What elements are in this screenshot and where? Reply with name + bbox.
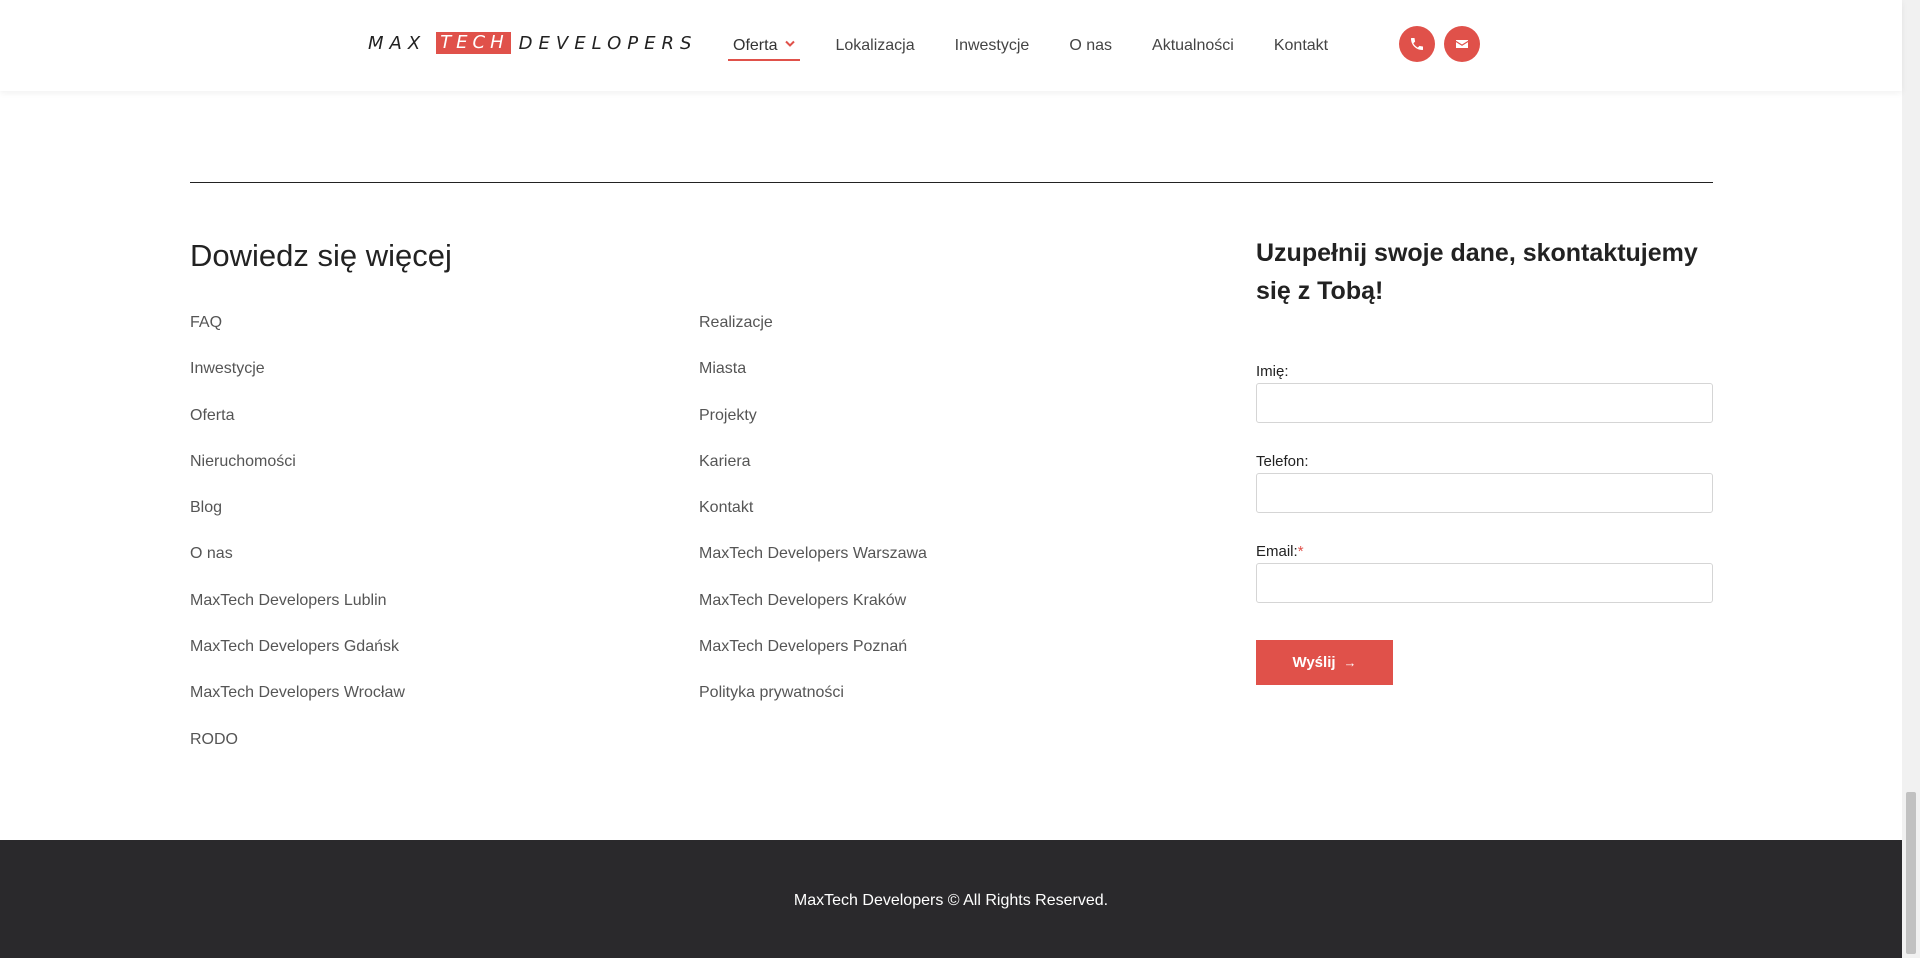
footer-link-gdansk[interactable]: MaxTech Developers Gdańsk: [190, 634, 405, 680]
scrollbar-thumb[interactable]: [1906, 792, 1916, 954]
email-label-text: Email:: [1256, 543, 1298, 560]
footer-link-blog[interactable]: Blog: [190, 495, 405, 541]
main-nav: Oferta Lokalizacja Inwestycje O nas Aktu…: [727, 0, 1368, 91]
site-header: MAX TECH DEVELOPERS Oferta Lokalizacja I…: [0, 0, 1902, 91]
phone-label: Telefon:: [1256, 453, 1309, 470]
nav-item-aktualnosci[interactable]: Aktualności: [1152, 0, 1234, 91]
email-label: Email:*: [1256, 543, 1304, 560]
nav-item-inwestycje[interactable]: Inwestycje: [955, 0, 1030, 91]
email-field[interactable]: [1256, 563, 1713, 603]
footer-link-inwestycje[interactable]: Inwestycje: [190, 356, 405, 402]
nav-item-label: Lokalizacja: [835, 36, 915, 54]
phone-label-text: Telefon:: [1256, 453, 1309, 470]
logo-text-developers: DEVELOPERS: [518, 32, 698, 54]
contact-form-title: Uzupełnij swoje dane, skontaktujemy się …: [1256, 239, 1698, 305]
nav-item-kontakt[interactable]: Kontakt: [1274, 0, 1328, 91]
submit-button[interactable]: Wyślij →: [1256, 640, 1393, 685]
links-section-title: Dowiedz się więcej: [190, 238, 452, 273]
nav-item-label: Inwestycje: [954, 36, 1030, 54]
footer-link-projekty[interactable]: Projekty: [699, 403, 927, 449]
envelope-icon: [1456, 40, 1468, 48]
footer-link-realizacje[interactable]: Realizacje: [699, 310, 927, 356]
footer-link-miasta[interactable]: Miasta: [699, 356, 927, 402]
links-column-1: FAQ Inwestycje Oferta Nieruchomości Blog…: [190, 310, 405, 773]
footer-link-krakow[interactable]: MaxTech Developers Kraków: [699, 588, 927, 634]
nav-item-oferta[interactable]: Oferta: [727, 0, 801, 91]
phone-field[interactable]: [1256, 473, 1713, 513]
nav-item-label: Kontakt: [1273, 36, 1329, 54]
footer-link-kariera[interactable]: Kariera: [699, 449, 927, 495]
section-divider: [190, 182, 1713, 183]
footer-link-kontakt[interactable]: Kontakt: [699, 495, 927, 541]
footer-link-rodo[interactable]: RODO: [190, 727, 405, 773]
page-scrollbar[interactable]: [1902, 0, 1920, 958]
email-button[interactable]: [1444, 26, 1480, 62]
name-label: Imię:: [1256, 363, 1289, 380]
chevron-down-icon: [785, 39, 796, 51]
footer-link-warszawa[interactable]: MaxTech Developers Warszawa: [699, 541, 927, 587]
submit-button-label: Wyślij: [1292, 654, 1336, 671]
site-logo[interactable]: MAX TECH DEVELOPERS: [368, 30, 697, 56]
footer-link-wroclaw[interactable]: MaxTech Developers Wrocław: [190, 680, 405, 726]
logo-text-tech: TECH: [436, 32, 511, 54]
nav-item-label: Aktualności: [1152, 36, 1234, 54]
phone-icon: [1411, 38, 1423, 50]
links-column-2: Realizacje Miasta Projekty Kariera Konta…: [699, 310, 927, 727]
footer-link-polityka-prywatnosci[interactable]: Polityka prywatności: [699, 680, 927, 726]
footer-link-nieruchomosci[interactable]: Nieruchomości: [190, 449, 405, 495]
required-asterisk: *: [1297, 543, 1304, 560]
footer-link-lublin[interactable]: MaxTech Developers Lublin: [190, 588, 405, 634]
nav-item-lokalizacja[interactable]: Lokalizacja: [835, 0, 914, 91]
name-label-text: Imię:: [1256, 363, 1289, 380]
footer-link-oferta[interactable]: Oferta: [190, 403, 405, 449]
site-footer: MaxTech Developers © All Rights Reserved…: [0, 840, 1902, 958]
nav-item-o-nas[interactable]: O nas: [1069, 0, 1112, 91]
arrow-right-icon: →: [1343, 655, 1357, 670]
footer-link-o-nas[interactable]: O nas: [190, 541, 405, 587]
footer-link-faq[interactable]: FAQ: [190, 310, 405, 356]
copyright-text: MaxTech Developers © All Rights Reserved…: [793, 892, 1109, 909]
nav-item-label: O nas: [1069, 36, 1113, 54]
nav-item-label: Oferta: [733, 36, 778, 54]
footer-link-poznan[interactable]: MaxTech Developers Poznań: [699, 634, 927, 680]
phone-button[interactable]: [1399, 26, 1435, 62]
logo-text-max: MAX: [368, 32, 427, 54]
name-field[interactable]: [1256, 383, 1713, 423]
